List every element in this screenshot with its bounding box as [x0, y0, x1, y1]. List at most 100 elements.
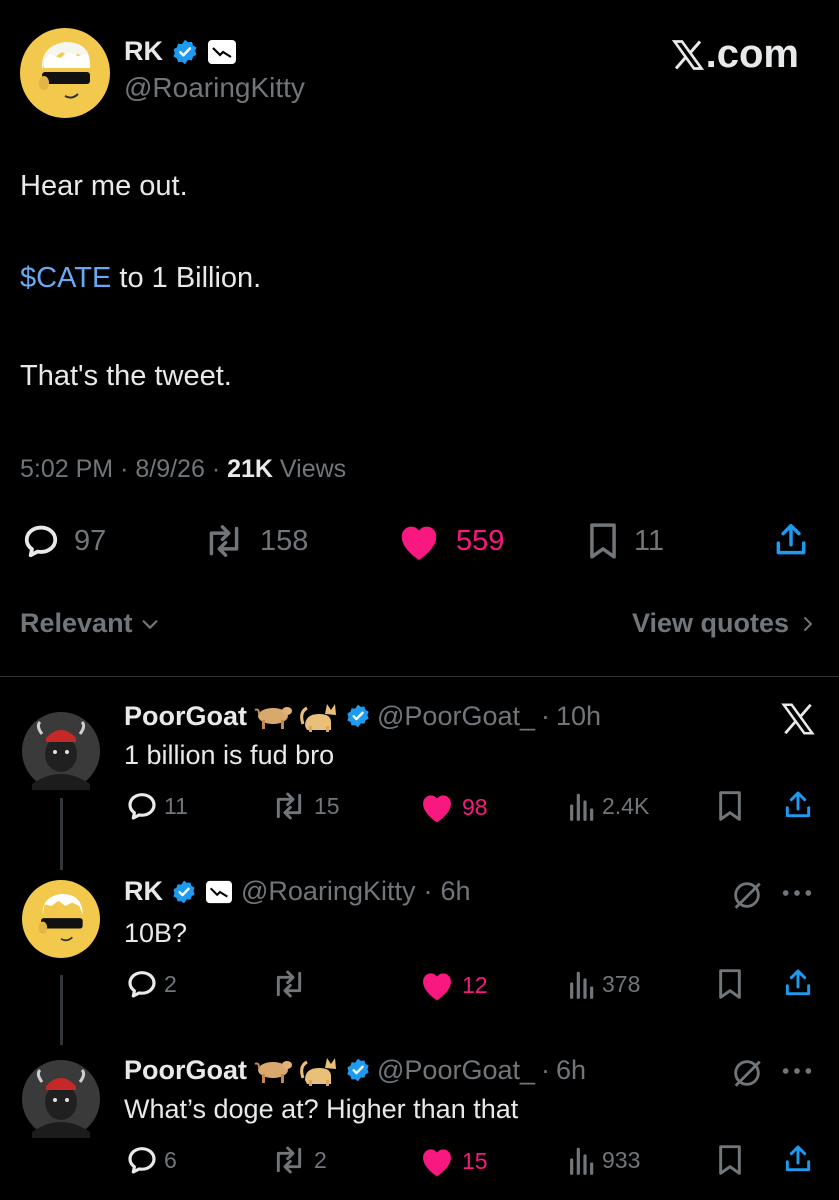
verified-badge-icon [171, 38, 199, 66]
reply-button[interactable]: 11 [126, 790, 188, 822]
verified-badge-icon [171, 879, 197, 905]
cat-emoji-icon [299, 1054, 339, 1086]
reply-avatar[interactable] [22, 1060, 100, 1138]
sort-label: Relevant [20, 608, 133, 638]
reply-button[interactable]: 6 [126, 1144, 177, 1176]
affiliate-badge-icon [205, 879, 233, 905]
more-options-icon[interactable] [780, 1056, 814, 1086]
heart-filled-icon [396, 520, 442, 562]
author-avatar[interactable] [20, 28, 110, 118]
repost-button[interactable]: 2 [270, 1144, 327, 1176]
reply-time[interactable]: 10h [556, 701, 601, 732]
reply-author-name[interactable]: RK [124, 876, 163, 907]
reply-author-handle[interactable]: @RoaringKitty [241, 876, 415, 907]
reply-avatar[interactable] [22, 880, 100, 958]
reply-count: 97 [74, 524, 107, 557]
reply-count: 6 [164, 1146, 177, 1173]
reply-button[interactable]: 2 [126, 968, 177, 1000]
like-count: 559 [456, 524, 505, 557]
like-button[interactable]: 559 [396, 520, 504, 562]
cashtag-link[interactable]: $CATE [20, 262, 111, 294]
site-watermark: .com [670, 32, 799, 77]
like-count: 15 [462, 1147, 488, 1174]
chevron-right-icon [799, 613, 817, 635]
x-logo-icon [779, 700, 817, 738]
share-icon [772, 520, 810, 560]
view-quotes-link[interactable]: View quotes [632, 608, 817, 639]
reply-icon [22, 522, 60, 560]
repost-count: 15 [314, 792, 340, 819]
reply-button[interactable]: 97 [22, 522, 106, 560]
repost-icon [270, 790, 308, 822]
view-quotes-label: View quotes [631, 608, 789, 638]
divider [0, 676, 839, 677]
reply-header: PoorGoat @PoorGoat_ · 10h [124, 700, 602, 732]
like-button[interactable]: 12 [418, 968, 488, 1002]
tweet-text-line-2: $CATE to 1 Billion. [20, 262, 261, 295]
sort-dropdown[interactable]: Relevant [20, 608, 161, 639]
reply-icon [126, 790, 158, 822]
reply-time[interactable]: 6h [556, 1055, 586, 1086]
tweet-text-line-1: Hear me out. [20, 170, 188, 202]
bar-chart-icon [566, 790, 596, 822]
repost-count: 2 [314, 1146, 327, 1173]
tweet-time[interactable]: 5:02 PM [20, 455, 113, 483]
share-button[interactable] [782, 966, 814, 1000]
bookmark-icon [716, 968, 744, 1000]
thread-line [60, 798, 63, 870]
views-label: Views [279, 455, 347, 483]
share-icon [782, 1142, 814, 1176]
cow-emoji-icon [253, 702, 293, 730]
more-options-icon[interactable] [780, 878, 814, 908]
tweet-meta: 5:02 PM · 8/9/26 · 21K Views [20, 455, 347, 483]
affiliate-badge-icon [207, 38, 237, 66]
reply-count: 2 [164, 970, 177, 997]
chevron-down-icon [139, 613, 161, 635]
reply-count: 11 [164, 792, 188, 819]
reply-header: RK @RoaringKitty · 6h [124, 876, 471, 907]
grok-icon[interactable] [730, 878, 764, 912]
thread-line [60, 975, 63, 1045]
views-button[interactable]: 378 [566, 968, 640, 1000]
repost-button[interactable] [270, 968, 314, 1000]
verified-badge-icon [345, 703, 371, 729]
grok-icon[interactable] [730, 1056, 764, 1090]
reply-icon [126, 1144, 158, 1176]
bookmark-button[interactable]: 11 [586, 522, 664, 560]
cat-emoji-icon [299, 700, 339, 732]
reply-time[interactable]: 6h [440, 876, 470, 907]
share-icon [782, 966, 814, 1000]
share-button[interactable] [782, 788, 814, 822]
bookmark-button[interactable] [716, 968, 744, 1000]
reply-author-handle[interactable]: @PoorGoat_ [377, 701, 535, 732]
views-button[interactable]: 933 [566, 1144, 640, 1176]
views-count: 2.4K [602, 792, 650, 819]
reply-author-name[interactable]: PoorGoat [124, 1055, 247, 1086]
share-button[interactable] [772, 520, 810, 560]
repost-button[interactable]: 15 [270, 790, 340, 822]
reply-author-handle[interactable]: @PoorGoat_ [377, 1055, 535, 1086]
reply-avatar[interactable] [22, 712, 100, 790]
heart-filled-icon [418, 968, 456, 1002]
x-logo-icon [670, 37, 706, 73]
like-button[interactable]: 15 [418, 1144, 488, 1178]
views-button[interactable]: 2.4K [566, 790, 649, 822]
repost-button[interactable]: 158 [202, 522, 308, 560]
author-name: RK [124, 36, 163, 66]
bookmark-icon [716, 790, 744, 822]
views-count: 21K [227, 455, 273, 483]
repost-count: 158 [260, 524, 309, 557]
tweet-text-rest: to 1 Billion. [111, 262, 262, 294]
verified-badge-icon [345, 1057, 371, 1083]
reply-icon [126, 968, 158, 1000]
reply-author-name[interactable]: PoorGoat [124, 701, 247, 732]
like-count: 12 [462, 971, 488, 998]
bar-chart-icon [566, 968, 596, 1000]
bookmark-button[interactable] [716, 1144, 744, 1176]
like-button[interactable]: 98 [418, 790, 488, 824]
share-button[interactable] [782, 1142, 814, 1176]
author-handle[interactable]: @RoaringKitty [124, 72, 305, 104]
author-name-row[interactable]: RK [124, 36, 237, 67]
bookmark-button[interactable] [716, 790, 744, 822]
tweet-date[interactable]: 8/9/26 [135, 455, 205, 483]
